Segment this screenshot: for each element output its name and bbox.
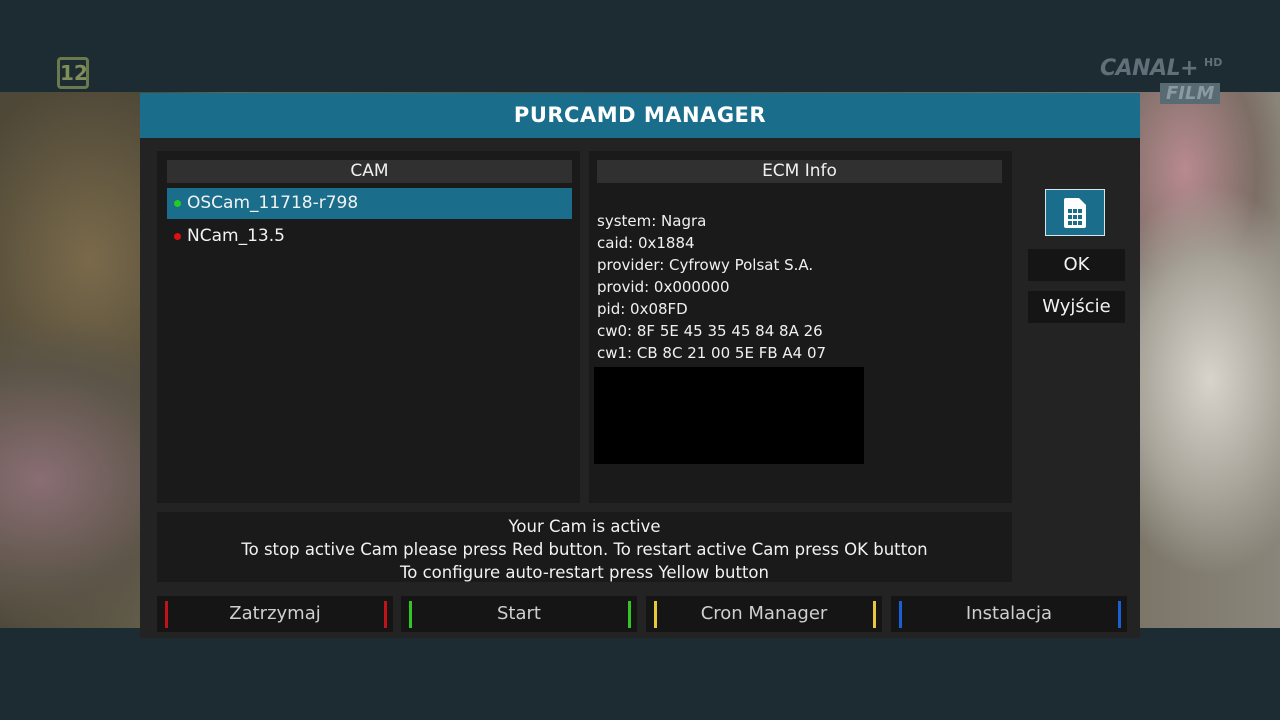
exit-button[interactable]: Wyjście (1028, 291, 1125, 323)
ecm-line-cw1: cw1: CB 8C 21 00 5E FB A4 07 (597, 344, 827, 362)
info-line-status: Your Cam is active (508, 517, 661, 536)
info-line-instructions: To stop active Cam please press Red butt… (241, 540, 928, 559)
cam-list: OSCam_11718-r798 NCam_13.5 (167, 188, 572, 254)
footer-button-label: Zatrzymaj (229, 603, 321, 624)
yellow-key-indicator (654, 601, 657, 628)
sim-card-icon (1064, 197, 1086, 228)
red-key-indicator (384, 601, 387, 628)
purcamd-manager-dialog: PURCAMD MANAGER CAM OSCam_11718-r798 NCa… (140, 93, 1140, 638)
yellow-key-indicator (873, 601, 876, 628)
red-key-indicator (165, 601, 168, 628)
cam-item-label: NCam_13.5 (187, 226, 285, 246)
ecm-line-provid: provid: 0x000000 (597, 278, 730, 296)
ecm-info-panel: ECM Info system: Nagra caid: 0x1884 prov… (589, 151, 1012, 503)
dialog-title: PURCAMD MANAGER (140, 93, 1140, 138)
sim-card-button[interactable] (1045, 189, 1105, 236)
ecm-preview-area (594, 367, 864, 464)
yellow-cron-manager-button[interactable]: Cron Manager (646, 596, 882, 632)
ecm-line-caid: caid: 0x1884 (597, 234, 695, 252)
channel-number-badge: 12 (57, 57, 89, 89)
green-key-indicator (628, 601, 631, 628)
cam-list-item[interactable]: NCam_13.5 (167, 221, 572, 252)
footer-button-label: Cron Manager (700, 603, 828, 624)
green-start-button[interactable]: Start (401, 596, 637, 632)
ecm-info-lines: system: Nagra caid: 0x1884 provider: Cyf… (597, 210, 1002, 364)
cam-item-label: OSCam_11718-r798 (187, 193, 359, 213)
status-info-box: Your Cam is active To stop active Cam pl… (157, 512, 1012, 582)
blue-key-indicator (1118, 601, 1121, 628)
ecm-line-pid: pid: 0x08FD (597, 300, 688, 318)
ecm-line-system: system: Nagra (597, 212, 707, 230)
blue-install-button[interactable]: Instalacja (891, 596, 1127, 632)
channel-logo-hd: HD (1204, 56, 1223, 69)
cam-panel-header: CAM (167, 160, 572, 183)
status-dot-icon (174, 233, 181, 240)
channel-logo-text: CANAL+ (1100, 56, 1199, 81)
footer-button-label: Instalacja (965, 603, 1053, 624)
red-stop-button[interactable]: Zatrzymaj (157, 596, 393, 632)
ecm-line-cw0: cw0: 8F 5E 45 35 45 84 8A 26 (597, 322, 823, 340)
channel-logo-subtext: FILM (1160, 83, 1221, 104)
info-line-autorestart: To configure auto-restart press Yellow b… (400, 563, 769, 582)
cam-panel: CAM OSCam_11718-r798 NCam_13.5 (157, 151, 580, 503)
footer-button-label: Start (497, 603, 541, 624)
status-dot-icon (174, 200, 181, 207)
cam-list-item[interactable]: OSCam_11718-r798 (167, 188, 572, 219)
green-key-indicator (409, 601, 412, 628)
ok-button[interactable]: OK (1028, 249, 1125, 281)
blue-key-indicator (899, 601, 902, 628)
ecm-line-provider: provider: Cyfrowy Polsat S.A. (597, 256, 814, 274)
ecm-panel-header: ECM Info (597, 160, 1002, 183)
